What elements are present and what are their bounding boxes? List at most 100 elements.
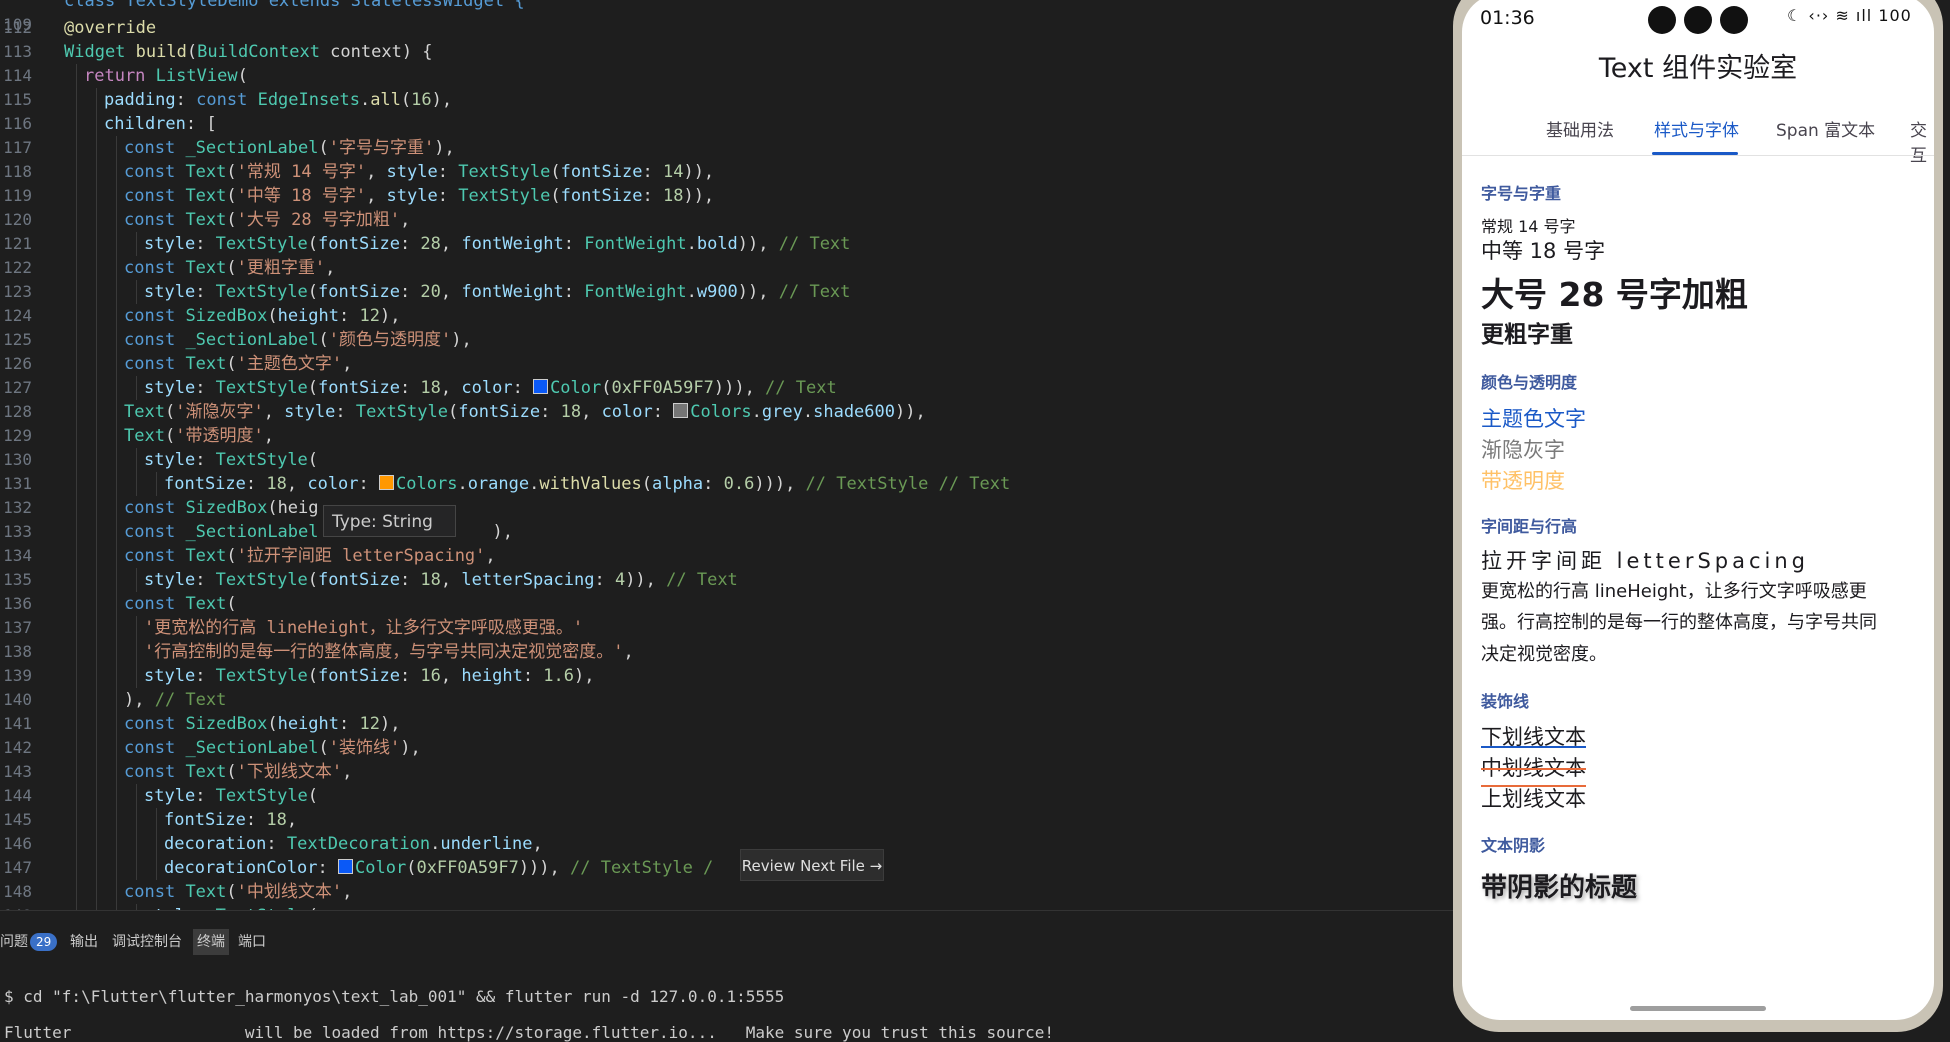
code-token: SizedBox: [185, 498, 268, 518]
code-line[interactable]: 124 const SizedBox(height: 12),: [0, 304, 1455, 328]
code-line[interactable]: 117 const _SectionLabel('字号与字重'),: [0, 136, 1455, 160]
indent-guide: [96, 160, 97, 184]
code-token: return: [84, 66, 146, 86]
code-line[interactable]: 134 const Text('拉开字间距 letterSpacing',: [0, 544, 1455, 568]
code-line[interactable]: 128 Text('渐隐灰字', style: TextStyle(fontSiz…: [0, 400, 1455, 424]
panel-tab[interactable]: 终端: [193, 929, 229, 955]
code-line[interactable]: 130 style: TextStyle(: [0, 448, 1455, 472]
code-line[interactable]: 146 decoration: TextDecoration.underline,: [0, 832, 1455, 856]
code-token: TextStyle: [215, 234, 308, 254]
code-token: // TextStyle // Text: [805, 474, 1011, 494]
tab-basic[interactable]: 基础用法: [1546, 116, 1614, 141]
code-line[interactable]: 138 '行高控制的是每一行的整体高度，与字号共同决定视觉密度。',: [0, 640, 1455, 664]
code-token: 0xFF0A59F7: [611, 378, 714, 398]
line-number: 123: [3, 282, 32, 301]
review-next-file-button[interactable]: Review Next File →: [740, 849, 884, 881]
panel-tab[interactable]: 端口: [238, 929, 266, 955]
code-token: const: [124, 186, 176, 206]
indent-guide: [116, 472, 117, 496]
panel-tab[interactable]: 调试控制台: [112, 929, 182, 955]
code-line[interactable]: 145 fontSize: 18,: [0, 808, 1455, 832]
code-text: const Text('中等 18 号字', style: TextStyle(…: [124, 184, 714, 208]
code-line[interactable]: 139 style: TextStyle(fontSize: 16, height…: [0, 664, 1455, 688]
code-line[interactable]: 125 const _SectionLabel('颜色与透明度'),: [0, 328, 1455, 352]
code-token: (: [447, 402, 459, 422]
code-line[interactable]: 142 const _SectionLabel('装饰线'),: [0, 736, 1455, 760]
code-token: 16: [420, 666, 441, 686]
code-line[interactable]: 121 style: TextStyle(fontSize: 28, fontWe…: [0, 232, 1455, 256]
indent-guide: [96, 544, 97, 568]
code-token: // Text: [778, 282, 851, 302]
line-number: 121: [3, 234, 32, 253]
code-line[interactable]: 147 decorationColor: Color(0xFF0A59F7))),…: [0, 856, 1455, 880]
code-token: const: [124, 330, 176, 350]
indent-guide: [156, 808, 157, 832]
home-indicator[interactable]: [1630, 1006, 1766, 1011]
code-token: :: [245, 474, 267, 494]
code-line[interactable]: 132 const SizedBox(heig: [0, 496, 1455, 520]
line-number: 117: [3, 138, 32, 157]
code-line[interactable]: 133 const _SectionLabel ),: [0, 520, 1455, 544]
terminal-command[interactable]: $ cd "f:\Flutter\flutter_harmonyos\text_…: [4, 987, 784, 1006]
code-line[interactable]: 129 Text('带透明度',: [0, 424, 1455, 448]
code-line[interactable]: 122 const Text('更粗字重',: [0, 256, 1455, 280]
code-line[interactable]: 140), // Text: [0, 688, 1455, 712]
code-line[interactable]: 137 '更宽松的行高 lineHeight，让多行文字呼吸感更强。': [0, 616, 1455, 640]
code-token: style: [144, 450, 196, 470]
code-token: (: [226, 210, 237, 230]
code-token: :: [335, 402, 356, 422]
code-line[interactable]: 118 const Text('常规 14 号字', style: TextSty…: [0, 160, 1455, 184]
code-line[interactable]: 144 style: TextStyle(: [0, 784, 1455, 808]
code-line[interactable]: 131 fontSize: 18, color: Colors.orange.wi…: [0, 472, 1455, 496]
line-number: 113: [3, 42, 32, 61]
tab-style-font[interactable]: 样式与字体: [1654, 116, 1739, 141]
code-line[interactable]: 126 const Text('主题色文字',: [0, 352, 1455, 376]
code-token: const: [124, 498, 176, 518]
code-line[interactable]: 119 const Text('中等 18 号字', style: TextSty…: [0, 184, 1455, 208]
code-token: :: [195, 570, 216, 590]
color-swatch-icon[interactable]: [379, 475, 395, 490]
tab-span-rich[interactable]: Span 富文本: [1776, 116, 1875, 141]
code-line[interactable]: 141 const SizedBox(height: 12),: [0, 712, 1455, 736]
code-token: (: [226, 882, 237, 902]
code-line[interactable]: 113 Widget build(BuildContext context) {: [0, 40, 1455, 64]
indent-guide: [116, 352, 117, 376]
code-token: const: [124, 258, 176, 278]
color-swatch-icon[interactable]: [673, 403, 689, 418]
code-line[interactable]: 135 style: TextStyle(fontSize: 18, letter…: [0, 568, 1455, 592]
tab-interaction[interactable]: 交互: [1910, 116, 1934, 166]
code-line[interactable]: 112 @override: [0, 16, 1455, 40]
code-token: :: [703, 474, 724, 494]
indent-guide: [156, 832, 157, 856]
code-line[interactable]: 114 return ListView(: [0, 64, 1455, 88]
line-number: 135: [3, 570, 32, 589]
problems-badge: 29: [30, 933, 58, 951]
code-line[interactable]: 143 const Text('下划线文本',: [0, 760, 1455, 784]
code-token: :: [339, 714, 360, 734]
code-text: style: TextStyle(fontSize: 28, fontWeigh…: [144, 232, 850, 256]
section-label: 文本阴影: [1481, 836, 1546, 855]
panel-tab[interactable]: 问题 29: [0, 929, 58, 955]
code-line[interactable]: 120 const Text('大号 28 号字加粗',: [0, 208, 1455, 232]
code-line[interactable]: 116 children: [: [0, 112, 1455, 136]
indent-guide: [96, 856, 97, 880]
code-line[interactable]: 123 style: TextStyle(fontSize: 20, fontWe…: [0, 280, 1455, 304]
color-swatch-icon[interactable]: [338, 859, 354, 874]
code-line[interactable]: 115 padding: const EdgeInsets.all(16),: [0, 88, 1455, 112]
code-token: '中等 18 号字': [236, 186, 367, 206]
color-swatch-icon[interactable]: [533, 379, 549, 394]
indent-guide: [76, 352, 77, 376]
panel-tab[interactable]: 输出: [70, 929, 98, 955]
code-line[interactable]: 127 style: TextStyle(fontSize: 18, color:…: [0, 376, 1455, 400]
code-line[interactable]: 148 const Text('中划线文本',: [0, 880, 1455, 904]
indent-guide: [156, 472, 157, 496]
code-token: TextStyle: [458, 162, 551, 182]
code-editor[interactable]: 109 class TextStyleDemo extends Stateles…: [0, 0, 1455, 910]
code-token: :: [195, 786, 216, 806]
indent-guide: [76, 472, 77, 496]
code-line[interactable]: 136 const Text(: [0, 592, 1455, 616]
